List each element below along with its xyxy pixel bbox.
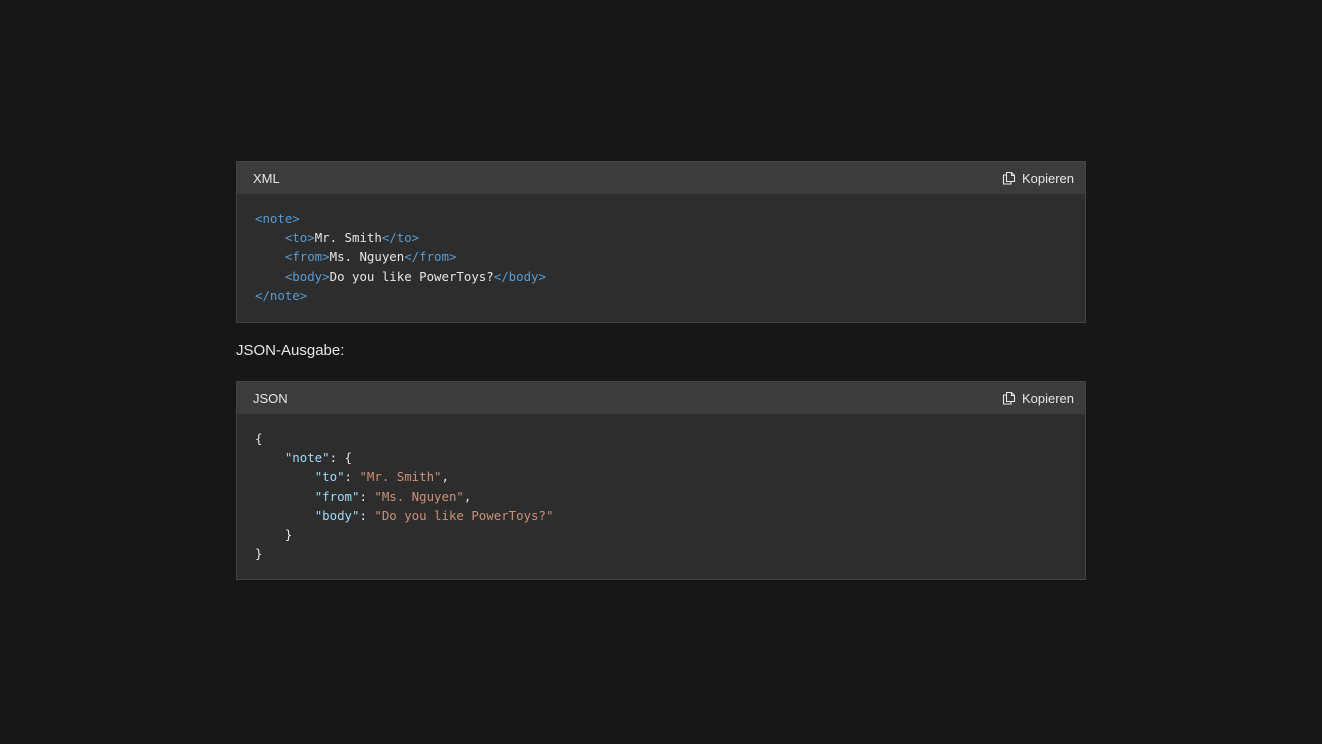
xml-language-label: XML <box>253 170 280 186</box>
json-output-heading: JSON-Ausgabe: <box>236 342 345 359</box>
copy-icon <box>1002 171 1016 185</box>
code-line: } <box>284 527 293 543</box>
code-line: "from": "Ms. Nguyen", <box>314 488 472 504</box>
code-line: "note": { <box>284 450 352 466</box>
xml-code-block: XML Kopieren <note> <to>Mr. Smith</to> <… <box>236 161 1086 323</box>
copy-icon <box>1002 391 1016 405</box>
json-copy-button[interactable]: Kopieren <box>1002 391 1074 406</box>
json-copy-label: Kopieren <box>1021 390 1074 406</box>
code-line: <from>Ms. Nguyen</from> <box>284 249 457 265</box>
xml-copy-label: Kopieren <box>1021 170 1074 186</box>
code-line: { <box>255 431 263 446</box>
json-language-label: JSON <box>253 390 288 406</box>
xml-code-content: <note> <to>Mr. Smith</to> <from>Ms. Nguy… <box>237 194 1085 320</box>
xml-code-header: XML Kopieren <box>237 162 1085 194</box>
xml-copy-button[interactable]: Kopieren <box>1002 171 1074 186</box>
code-line: <body>Do you like PowerToys?</body> <box>284 268 546 284</box>
code-line: </note> <box>255 287 308 303</box>
json-code-content: { "note": { "to": "Mr. Smith", "from": "… <box>237 414 1085 578</box>
code-line: "body": "Do you like PowerToys?" <box>314 507 554 523</box>
code-line: "to": "Mr. Smith", <box>314 469 449 485</box>
json-code-block: JSON Kopieren { "note": { "to": "Mr. Smi… <box>236 381 1086 580</box>
code-line: <note> <box>255 211 300 226</box>
code-line: } <box>255 546 263 562</box>
code-line: <to>Mr. Smith</to> <box>284 230 420 246</box>
json-code-header: JSON Kopieren <box>237 382 1085 414</box>
